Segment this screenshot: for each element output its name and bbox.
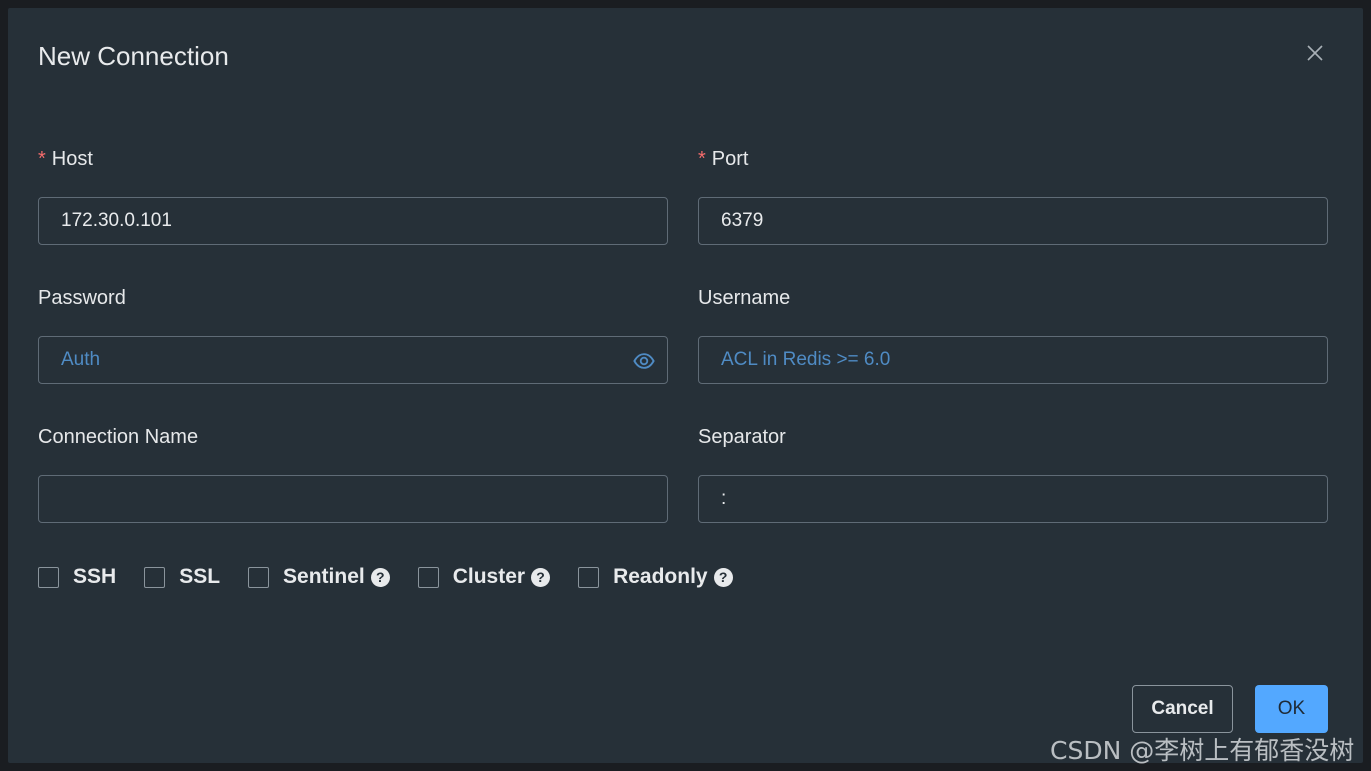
dialog-title: New Connection: [38, 41, 229, 71]
host-label: * Host: [38, 148, 93, 171]
username-field: [698, 336, 1328, 384]
cluster-checkbox[interactable]: Cluster ?: [417, 565, 551, 589]
password-field: [38, 336, 668, 384]
password-input[interactable]: [39, 337, 667, 383]
host-label-text: Host: [51, 148, 93, 170]
connection-options: SSH SSL Sentinel ? Cluster ? Readonly ?: [38, 564, 761, 590]
separator-input[interactable]: [699, 476, 1327, 522]
sentinel-label: Sentinel: [283, 565, 365, 588]
close-icon: [1307, 45, 1323, 61]
close-button[interactable]: [1300, 38, 1330, 68]
password-label: Password: [38, 287, 126, 309]
cluster-checkbox-box[interactable]: [417, 566, 439, 588]
sentinel-checkbox-box[interactable]: [248, 566, 270, 588]
connection-name-field: [38, 475, 668, 523]
connection-name-input[interactable]: [39, 476, 667, 522]
ok-button[interactable]: OK: [1255, 685, 1328, 733]
separator-field: [698, 475, 1328, 523]
username-label: Username: [698, 287, 791, 309]
sentinel-checkbox[interactable]: Sentinel ?: [248, 565, 390, 589]
watermark: CSDN @李树上有郁香没树: [1050, 736, 1355, 765]
readonly-help-icon[interactable]: ?: [713, 567, 733, 587]
sentinel-help-icon[interactable]: ?: [370, 567, 390, 587]
required-mark: *: [38, 148, 46, 170]
ssh-checkbox[interactable]: SSH: [38, 565, 116, 589]
host-field: [38, 197, 668, 245]
cluster-label: Cluster: [452, 565, 526, 588]
connection-name-label: Connection Name: [38, 426, 199, 448]
ssh-label: SSH: [73, 565, 117, 588]
eye-icon[interactable]: [633, 350, 655, 372]
separator-label: Separator: [698, 426, 786, 448]
port-label: * Port: [698, 148, 748, 171]
cluster-help-icon[interactable]: ?: [531, 567, 551, 587]
new-connection-dialog: New Connection *Host *Port Password User…: [8, 8, 1363, 763]
username-input[interactable]: [699, 337, 1327, 383]
ssl-checkbox-box[interactable]: [144, 566, 166, 588]
readonly-label: Readonly: [613, 565, 708, 588]
readonly-checkbox-box[interactable]: [578, 566, 600, 588]
ssh-checkbox-box[interactable]: [38, 566, 59, 588]
host-input[interactable]: [39, 198, 667, 244]
ssl-checkbox[interactable]: SSL: [144, 565, 220, 589]
port-field: [698, 197, 1328, 245]
required-mark: *: [698, 148, 706, 170]
cancel-button[interactable]: Cancel: [1132, 685, 1233, 733]
port-input[interactable]: [699, 198, 1327, 244]
port-label-text: Port: [711, 148, 749, 170]
readonly-checkbox[interactable]: Readonly ?: [578, 565, 733, 589]
ssl-label: SSL: [179, 565, 221, 588]
